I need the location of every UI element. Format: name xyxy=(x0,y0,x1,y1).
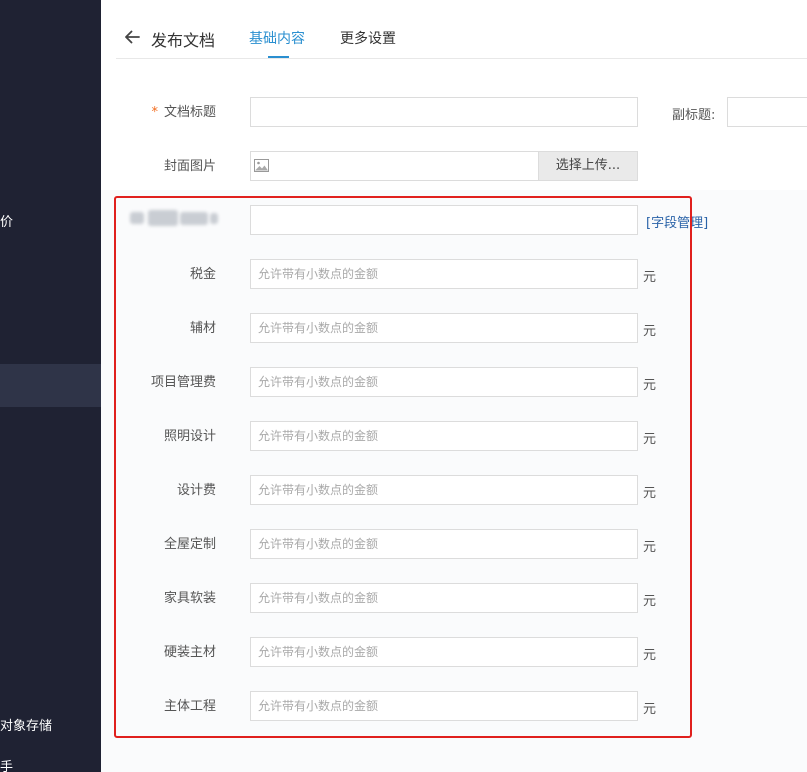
doc-title-input[interactable] xyxy=(250,97,638,127)
doc-title-label: * 文档标题 xyxy=(151,105,216,120)
amount-input[interactable] xyxy=(250,421,638,451)
unit-label: 元 xyxy=(643,540,657,555)
tab-more-settings[interactable]: 更多设置 xyxy=(340,28,396,48)
amount-input[interactable] xyxy=(250,529,638,559)
unit-label: 元 xyxy=(643,324,657,339)
sidebar-item-label[interactable]: 价 xyxy=(0,211,13,230)
upload-button[interactable]: 选择上传... xyxy=(538,152,637,180)
amount-input[interactable] xyxy=(250,475,638,505)
amount-input[interactable] xyxy=(250,367,638,397)
header-divider xyxy=(116,58,807,59)
amount-field-label: 照明设计 xyxy=(163,429,216,444)
unit-label: 元 xyxy=(643,378,657,393)
image-icon xyxy=(254,159,269,172)
blurred-field-label xyxy=(130,208,218,228)
amount-input[interactable] xyxy=(250,637,638,667)
unit-label: 元 xyxy=(643,486,657,501)
unit-label: 元 xyxy=(643,270,657,285)
unit-label: 元 xyxy=(643,702,657,717)
custom-field-input[interactable] xyxy=(250,205,638,235)
subtitle-input[interactable] xyxy=(727,97,807,127)
amount-field-label: 全屋定制 xyxy=(163,537,216,552)
cover-image-label: 封面图片 xyxy=(163,159,216,174)
amount-field-label: 主体工程 xyxy=(163,699,216,714)
amount-field-label: 硬装主材 xyxy=(163,645,216,660)
amount-input[interactable] xyxy=(250,259,638,289)
sidebar-item-object-storage[interactable]: 对象存储 xyxy=(0,715,52,734)
sidebar-active-item[interactable] xyxy=(0,364,101,407)
tab-basic-content[interactable]: 基础内容 xyxy=(249,28,305,48)
page-title: 发布文档 xyxy=(151,31,216,50)
amount-input[interactable] xyxy=(250,583,638,613)
amount-input[interactable] xyxy=(250,313,638,343)
required-mark: * xyxy=(151,105,158,120)
sidebar-item-label[interactable]: 手 xyxy=(0,756,13,772)
amount-field-label: 家具软装 xyxy=(163,591,216,606)
arrow-left-icon[interactable] xyxy=(122,27,142,47)
unit-label: 元 xyxy=(643,648,657,663)
field-manage-link[interactable]: [字段管理] xyxy=(646,212,708,231)
unit-label: 元 xyxy=(643,432,657,447)
amount-field-label: 辅材 xyxy=(189,321,216,336)
unit-label: 元 xyxy=(643,594,657,609)
amount-input[interactable] xyxy=(250,691,638,721)
amount-field-label: 税金 xyxy=(189,267,216,282)
amount-field-label: 设计费 xyxy=(176,483,216,498)
amount-field-label: 项目管理费 xyxy=(150,375,216,390)
subtitle-label: 副标题: xyxy=(672,108,716,123)
